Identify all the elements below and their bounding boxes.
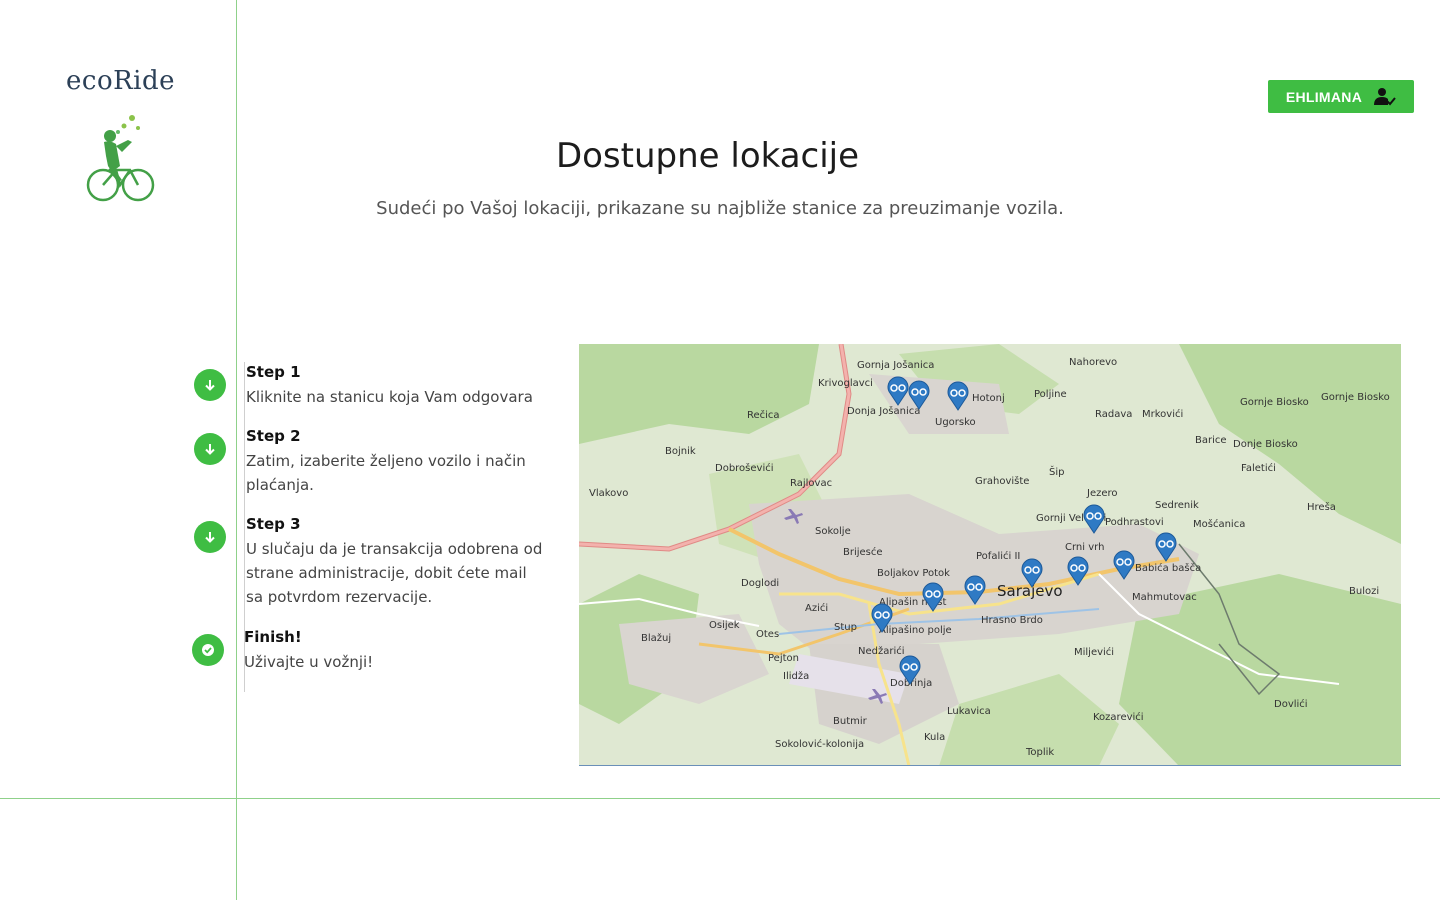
svg-text:Butmir: Butmir	[833, 716, 868, 727]
step-1-title: Step 1	[246, 363, 301, 381]
arrow-down-icon	[205, 380, 215, 391]
svg-text:Kozarevići: Kozarevići	[1093, 711, 1144, 723]
svg-text:Mahmutovac: Mahmutovac	[1132, 592, 1197, 603]
step-2-title: Step 2	[246, 427, 301, 445]
svg-text:Nedžarići: Nedžarići	[858, 645, 905, 657]
svg-text:Miljevići: Miljevići	[1074, 646, 1114, 658]
bottom-divider-line	[0, 798, 1440, 799]
step-2-text: Zatim, izaberite željeno vozilo i način …	[246, 452, 526, 494]
svg-text:Nahorevo: Nahorevo	[1069, 357, 1117, 368]
station-marker[interactable]	[899, 655, 921, 685]
svg-text:Grahovište: Grahovište	[975, 475, 1029, 487]
svg-text:Bojnik: Bojnik	[665, 446, 696, 457]
station-marker[interactable]	[947, 381, 969, 411]
user-check-icon	[1374, 87, 1396, 105]
svg-text:Pejton: Pejton	[768, 653, 799, 664]
user-account-button[interactable]: EHLIMANA	[1268, 80, 1414, 113]
svg-text:Stup: Stup	[834, 622, 857, 633]
station-marker[interactable]	[1113, 550, 1135, 580]
svg-text:Boljakov Potok: Boljakov Potok	[877, 568, 950, 579]
brand-name: ecoRide	[66, 66, 176, 96]
station-marker[interactable]	[871, 603, 893, 633]
svg-text:Gornja Jošanica: Gornja Jošanica	[857, 359, 934, 371]
svg-text:Pofalići II: Pofalići II	[976, 550, 1020, 562]
cyclist-logo	[86, 115, 155, 202]
svg-text:Babića bašča: Babića bašča	[1135, 562, 1201, 574]
svg-text:Radava: Radava	[1095, 409, 1132, 420]
svg-text:Crni vrh: Crni vrh	[1065, 542, 1104, 553]
svg-text:Gornje Biosko: Gornje Biosko	[1240, 397, 1309, 408]
svg-text:Lukavica: Lukavica	[947, 706, 991, 717]
svg-text:Doglodi: Doglodi	[741, 578, 779, 589]
page-subtitle: Sudeći po Vašoj lokaciji, prikazane su n…	[376, 198, 1064, 219]
step-2-indicator	[194, 433, 226, 465]
step-1-text: Kliknite na stanicu koja Vam odgovara	[246, 388, 533, 406]
svg-text:Kula: Kula	[924, 732, 945, 743]
svg-text:Sokolje: Sokolje	[815, 526, 851, 537]
stations-map[interactable]: Gornja Jošanica Krivoglavci Donja Jošani…	[579, 344, 1401, 766]
svg-text:Ugorsko: Ugorsko	[935, 417, 976, 428]
svg-text:Otes: Otes	[756, 629, 779, 640]
page-title: Dostupne lokacije	[555, 136, 860, 176]
svg-text:Mošćanica: Mošćanica	[1193, 518, 1245, 530]
station-marker[interactable]	[1083, 504, 1105, 534]
svg-text:Hreša: Hreša	[1307, 501, 1336, 513]
svg-text:Sedrenik: Sedrenik	[1155, 500, 1199, 511]
station-marker[interactable]	[1067, 556, 1089, 586]
step-3-indicator	[194, 521, 226, 553]
step-3-text: U slučaju da je transakcija odobrena od …	[246, 540, 543, 606]
svg-text:Toplik: Toplik	[1025, 747, 1054, 758]
user-name-label: EHLIMANA	[1285, 88, 1363, 105]
svg-text:Dobroševići: Dobroševići	[715, 462, 774, 474]
svg-text:Vlakovo: Vlakovo	[589, 488, 628, 499]
step-1-indicator	[194, 369, 226, 401]
svg-text:Rečica: Rečica	[747, 409, 780, 421]
svg-text:Azići: Azići	[805, 602, 828, 614]
step-3-title: Step 3	[246, 515, 301, 533]
svg-text:Ilidža: Ilidža	[783, 670, 809, 682]
svg-text:Blažuj: Blažuj	[641, 632, 671, 644]
svg-text:Šip: Šip	[1049, 465, 1064, 478]
svg-text:Brijesće: Brijesće	[843, 546, 883, 558]
svg-text:Donje Biosko: Donje Biosko	[1233, 439, 1298, 450]
svg-text:Krivoglavci: Krivoglavci	[818, 378, 873, 389]
svg-text:Dovlići: Dovlići	[1274, 698, 1308, 710]
svg-text:Barice: Barice	[1195, 435, 1227, 446]
svg-text:Hrasno Brdo: Hrasno Brdo	[981, 615, 1043, 626]
step-finish-indicator	[192, 634, 224, 666]
station-marker[interactable]	[887, 376, 909, 406]
check-circle-icon	[202, 644, 214, 656]
station-marker[interactable]	[922, 582, 944, 612]
svg-text:Bulozi: Bulozi	[1349, 586, 1379, 597]
svg-text:Jezero: Jezero	[1086, 488, 1118, 499]
svg-text:Sokolović-kolonija: Sokolović-kolonija	[775, 738, 864, 750]
map-tiles: Gornja Jošanica Krivoglavci Donja Jošani…	[579, 344, 1401, 765]
svg-text:Hotonj: Hotonj	[972, 393, 1005, 404]
svg-text:Rajlovac: Rajlovac	[790, 478, 832, 489]
station-marker[interactable]	[1155, 532, 1177, 562]
svg-text:Poljine: Poljine	[1034, 389, 1067, 400]
arrow-down-icon	[205, 532, 215, 543]
station-marker[interactable]	[908, 380, 930, 410]
step-finish-title: Finish!	[244, 628, 302, 646]
left-divider-line	[236, 0, 237, 900]
svg-text:Podhrastovi: Podhrastovi	[1105, 517, 1164, 528]
step-finish-text: Uživajte u vožnji!	[244, 653, 374, 671]
station-marker[interactable]	[1021, 558, 1043, 588]
svg-text:Mrkovići: Mrkovići	[1142, 408, 1183, 420]
station-marker[interactable]	[964, 575, 986, 605]
svg-text:Gornje Biosko: Gornje Biosko	[1321, 392, 1390, 403]
svg-text:Faletići: Faletići	[1241, 462, 1276, 474]
arrow-down-icon	[205, 444, 215, 455]
svg-text:Osijek: Osijek	[709, 620, 740, 631]
